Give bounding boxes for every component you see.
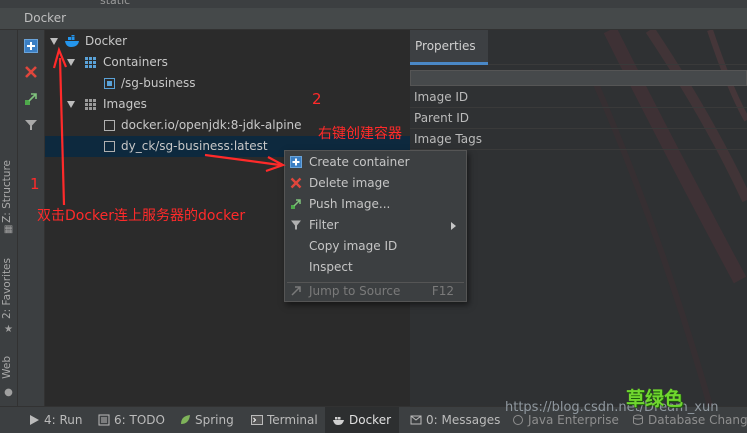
tool-window-title: Docker [24, 11, 67, 25]
expand-arrow-icon[interactable] [50, 38, 58, 45]
annotation-step-2: 2 [312, 90, 322, 108]
menu-label: Push Image... [309, 197, 391, 211]
properties-tabbar: Properties [410, 30, 747, 65]
logo-text: 草绿色 [626, 388, 684, 410]
delete-icon[interactable] [24, 65, 38, 79]
jump-arrow-icon [291, 286, 301, 296]
containers-grid-icon [85, 57, 96, 68]
property-parent-id: Parent ID [410, 108, 747, 129]
tab-label: Docker [349, 413, 392, 427]
expand-arrow-icon[interactable] [67, 101, 75, 108]
menu-label: Create container [309, 155, 410, 169]
run-play-icon [30, 415, 39, 425]
tab-messages[interactable]: 0: Messages [410, 407, 500, 433]
push-arrow-icon[interactable] [24, 92, 38, 106]
tab-docker[interactable]: Docker [325, 407, 400, 433]
tool-window-titlebar: Docker [0, 8, 747, 30]
tab-label: 6: TODO [114, 413, 165, 427]
tree-node-containers[interactable]: Containers [45, 52, 410, 73]
menu-item-jump-to-source: Jump to Source F12 [285, 281, 466, 302]
favorites-star-icon[interactable]: ★ [3, 324, 14, 335]
messages-icon [410, 415, 422, 425]
tree-label-container: /sg-business [121, 76, 196, 90]
push-arrow-icon [291, 199, 301, 209]
structure-tab[interactable]: Z: Structure [1, 160, 13, 223]
database-icon [633, 414, 643, 425]
tab-label: Terminal [267, 413, 318, 427]
menu-item-filter[interactable]: Filter [285, 215, 466, 236]
tree-node-container-sg-business[interactable]: /sg-business [45, 73, 410, 94]
favorites-tab[interactable]: 2: Favorites [1, 258, 13, 319]
tree-label-image-sg-business: dy_ck/sg-business:latest [121, 139, 268, 153]
tree-label-image-openjdk: docker.io/openjdk:8-jdk-alpine [121, 118, 302, 132]
tab-label: Spring [195, 413, 234, 427]
annotation-step-2-text: 右键创建容器 [318, 126, 402, 142]
menu-label: Filter [309, 218, 339, 232]
submenu-arrow-icon [451, 222, 456, 230]
tree-node-images[interactable]: Images [45, 94, 410, 115]
tab-terminal[interactable]: Terminal [251, 407, 318, 433]
tab-run[interactable]: 4: Run [28, 407, 83, 433]
tree-label-containers: Containers [103, 55, 168, 69]
menu-label: Copy image ID [309, 239, 398, 253]
filter-icon[interactable] [24, 118, 38, 132]
tree-label-docker: Docker [85, 34, 128, 48]
shortcut-label: F12 [431, 284, 454, 298]
tab-label: 0: Messages [426, 413, 501, 427]
add-icon[interactable] [24, 39, 38, 53]
docker-whale-icon [65, 35, 79, 47]
container-icon [104, 78, 115, 89]
image-icon [104, 120, 115, 131]
menu-label: Inspect [309, 260, 353, 274]
tree-node-docker[interactable]: Docker [45, 31, 410, 52]
java-enterprise-icon [513, 415, 523, 425]
top-strip: static [0, 0, 747, 8]
annotation-step-1-text: 双击Docker连上服务器的docker [37, 208, 246, 224]
property-image-tags: Image Tags [410, 129, 747, 150]
menu-item-inspect[interactable]: Inspect [285, 257, 466, 278]
spring-leaf-icon [181, 415, 190, 424]
tab-label: Java Enterprise [528, 413, 619, 427]
tab-label: Database Changes [648, 413, 747, 427]
tree-label-images: Images [103, 97, 147, 111]
web-globe-icon[interactable]: ● [3, 387, 14, 398]
properties-toolbar [410, 70, 747, 86]
structure-icon[interactable]: ▦ [3, 224, 14, 235]
menu-item-create-container[interactable]: Create container [285, 152, 466, 173]
tab-label: 4: Run [44, 413, 83, 427]
image-context-menu: Create container Delete image Push Image… [284, 150, 467, 302]
terminal-icon [251, 415, 263, 425]
expand-arrow-icon[interactable] [67, 59, 75, 66]
annotation-step-1: 1 [30, 175, 40, 193]
todo-list-icon [98, 414, 110, 426]
web-tab[interactable]: Web [1, 356, 13, 379]
top-fragment: static [100, 0, 131, 7]
add-icon [290, 156, 302, 168]
menu-label: Jump to Source [309, 284, 401, 298]
tab-todo[interactable]: 6: TODO [98, 407, 165, 433]
tab-spring[interactable]: Spring [179, 407, 234, 433]
menu-item-copy-image-id[interactable]: Copy image ID [285, 236, 466, 257]
menu-item-push-image[interactable]: Push Image... [285, 194, 466, 215]
tab-properties[interactable]: Properties [410, 30, 488, 65]
left-tool-stripe: ▦ Z: Structure ★ 2: Favorites ● Web [0, 30, 18, 406]
watermark-url: https://blog.csdn.net/Dream_xun [505, 400, 719, 415]
property-image-id: Image ID [410, 87, 747, 108]
image-icon [104, 141, 115, 152]
menu-label: Delete image [309, 176, 390, 190]
filter-icon [291, 220, 301, 230]
images-grid-icon [85, 99, 96, 110]
docker-whale-icon [333, 417, 344, 425]
menu-item-delete-image[interactable]: Delete image [285, 173, 466, 194]
delete-icon [290, 177, 302, 189]
